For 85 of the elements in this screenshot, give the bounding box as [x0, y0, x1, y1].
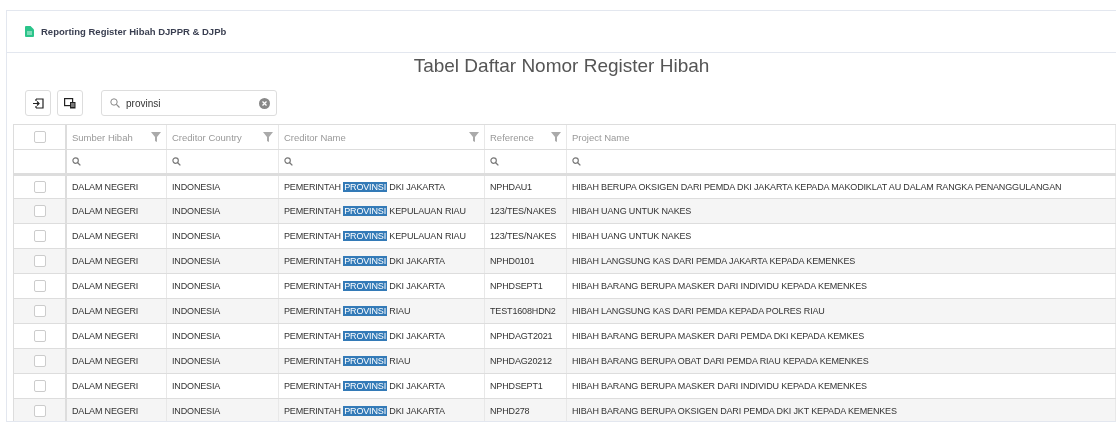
row-checkbox[interactable]	[33, 305, 46, 317]
table-cell: NPHD0101	[490, 256, 535, 266]
panel-title: Reporting Register Hibah DJPPR & DJPb	[41, 26, 227, 37]
column-header[interactable]: Sumber Hibah	[72, 131, 133, 143]
table-cell: INDONESIA	[172, 381, 221, 391]
table-cell: 123/TES/NAKES	[490, 231, 557, 241]
table-cell: DALAM NEGERI	[72, 231, 139, 241]
table-cell: INDONESIA	[172, 406, 221, 416]
table-cell: PEMERINTAH PROVINSI DKI JAKARTA	[284, 331, 445, 341]
columns-icon	[64, 97, 76, 109]
column-header[interactable]: Reference	[490, 131, 534, 143]
filter-icon[interactable]	[263, 132, 273, 142]
row-checkbox[interactable]	[33, 380, 46, 392]
search-icon	[172, 157, 181, 166]
table-cell: NPHDAG20212	[490, 356, 552, 366]
table-cell: HIBAH BERUPA OKSIGEN DARI PEMDA DKI JAKARTA KEPADA MAKODIKLAT AU DALAM RANGKA PENANGGULANGAN	[572, 182, 1062, 192]
table-cell: DALAM NEGERI	[72, 406, 139, 416]
table-cell: INDONESIA	[172, 182, 221, 192]
search-icon	[490, 157, 499, 166]
table-cell: NPHDAU1	[490, 182, 532, 192]
table-cell: DALAM NEGERI	[72, 206, 139, 216]
table-cell: DALAM NEGERI	[72, 281, 139, 291]
row-checkbox[interactable]	[33, 330, 46, 342]
export-button[interactable]	[25, 90, 51, 116]
table-cell: NPHDAGT2021	[490, 331, 553, 341]
table-cell: DALAM NEGERI	[72, 331, 139, 341]
table-cell: NPHDSEPT1	[490, 281, 543, 291]
search-icon	[110, 98, 120, 108]
table-cell: PEMERINTAH PROVINSI DKI JAKARTA	[284, 281, 445, 291]
document-icon	[25, 26, 34, 37]
table-cell: INDONESIA	[172, 281, 221, 291]
table-cell: DALAM NEGERI	[72, 256, 139, 266]
row-checkbox[interactable]	[33, 355, 46, 367]
table-cell: 123/TES/NAKES	[490, 206, 557, 216]
table-cell: HIBAH LANGSUNG KAS DARI PEMDA KEPADA POLRES RIAU	[572, 306, 825, 316]
search-field[interactable]: provinsi	[101, 90, 277, 116]
table-cell: INDONESIA	[172, 256, 221, 266]
filter-icon[interactable]	[551, 132, 561, 142]
table-cell: HIBAH BARANG BERUPA MASKER DARI PEMDA DKI KEPADA KEMKES	[572, 331, 864, 341]
table-cell: DALAM NEGERI	[72, 182, 139, 192]
export-icon	[32, 97, 44, 109]
table-cell: DALAM NEGERI	[72, 356, 139, 366]
column-header[interactable]: Project Name	[572, 131, 630, 143]
column-header[interactable]: Creditor Country	[172, 131, 242, 143]
table-cell: DALAM NEGERI	[72, 381, 139, 391]
row-checkbox[interactable]	[33, 205, 46, 217]
table-cell: PEMERINTAH PROVINSI KEPULAUAN RIAU	[284, 231, 466, 241]
table-cell: INDONESIA	[172, 306, 221, 316]
search-icon	[572, 157, 581, 166]
table-cell: HIBAH BARANG BERUPA OBAT DARI PEMDA RIAU KEPADA KEMENKES	[572, 356, 869, 366]
table-cell: NPHD278	[490, 406, 530, 416]
table-cell: HIBAH BARANG BERUPA MASKER DARI INDIVIDU KEPADA KEMENKES	[572, 381, 867, 391]
row-checkbox[interactable]	[33, 181, 46, 193]
table-cell: PEMERINTAH PROVINSI DKI JAKARTA	[284, 381, 445, 391]
table-cell: PEMERINTAH PROVINSI DKI JAKARTA	[284, 182, 445, 192]
clear-icon[interactable]	[259, 98, 270, 109]
row-checkbox[interactable]	[33, 280, 46, 292]
table-cell: PEMERINTAH PROVINSI RIAU	[284, 306, 411, 316]
table-cell: TEST1608HDN2	[490, 306, 556, 316]
column-chooser-button[interactable]	[57, 90, 83, 116]
select-all-checkbox[interactable]	[33, 131, 46, 143]
table-cell: DALAM NEGERI	[72, 306, 139, 316]
table-cell: PEMERINTAH PROVINSI DKI JAKARTA	[284, 406, 445, 416]
table-cell: HIBAH BARANG BERUPA OKSIGEN DARI PEMDA DKI JKT KEPADA KEMENKES	[572, 406, 897, 416]
table-cell: HIBAH BARANG BERUPA MASKER DARI INDIVIDU KEPADA KEMENKES	[572, 281, 867, 291]
table-heading: Tabel Daftar Nomor Register Hibah	[413, 55, 710, 77]
search-icon	[284, 157, 293, 166]
table-cell: PEMERINTAH PROVINSI DKI JAKARTA	[284, 256, 445, 266]
table-cell: NPHDSEPT1	[490, 381, 543, 391]
row-checkbox[interactable]	[33, 255, 46, 267]
row-checkbox[interactable]	[33, 405, 46, 417]
table-cell: HIBAH UANG UNTUK NAKES	[572, 206, 692, 216]
table-cell: HIBAH UANG UNTUK NAKES	[572, 231, 692, 241]
table-cell: INDONESIA	[172, 356, 221, 366]
table-cell: INDONESIA	[172, 231, 221, 241]
row-checkbox[interactable]	[33, 230, 46, 242]
table-cell: PEMERINTAH PROVINSI RIAU	[284, 356, 411, 366]
table-cell: INDONESIA	[172, 331, 221, 341]
table-cell: INDONESIA	[172, 206, 221, 216]
table-cell: HIBAH LANGSUNG KAS DARI PEMDA JAKARTA KEPADA KEMENKES	[572, 256, 856, 266]
table-cell: PEMERINTAH PROVINSI KEPULAUAN RIAU	[284, 206, 466, 216]
search-icon	[72, 157, 81, 166]
filter-icon[interactable]	[469, 132, 479, 142]
column-header[interactable]: Creditor Name	[284, 131, 346, 143]
filter-icon[interactable]	[151, 132, 161, 142]
